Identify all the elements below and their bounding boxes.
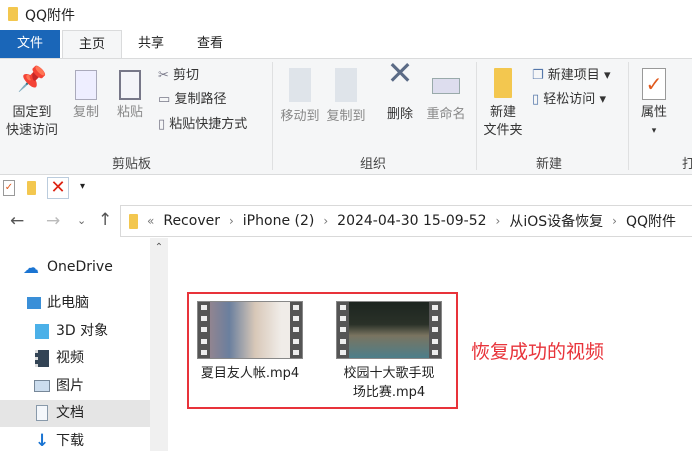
divider xyxy=(628,62,629,170)
group-label-clipboard: 剪贴板 xyxy=(112,157,152,172)
window-title: QQ附件 xyxy=(25,8,76,24)
delete-qat-icon[interactable]: ✕ xyxy=(47,177,69,199)
breadcrumb-recover[interactable]: Recover xyxy=(163,213,220,229)
move-to-button[interactable]: 移动到 xyxy=(278,68,322,126)
properties-button[interactable]: ✓ 属性 ▾ xyxy=(634,68,674,140)
cut-button[interactable]: ✂ 剪切 xyxy=(158,67,199,85)
nav-videos[interactable]: 视频 xyxy=(0,345,150,372)
file-name-line2: 场比赛.mp4 xyxy=(352,385,426,400)
cloud-icon: ☁ xyxy=(23,258,39,277)
new-item-button[interactable]: ❐ 新建项目 ▾ xyxy=(532,67,610,85)
shortcut-icon: ▯ xyxy=(158,117,166,132)
customize-qat-icon[interactable]: ▾ xyxy=(80,181,85,192)
easy-access-icon: ▯ xyxy=(532,92,540,107)
chevron-right-icon[interactable]: › xyxy=(229,214,234,228)
group-label-organize: 组织 xyxy=(360,157,387,172)
group-label-open: 打 xyxy=(682,157,692,172)
video-thumbnail xyxy=(336,301,442,359)
tab-home[interactable]: 主页 xyxy=(62,30,122,59)
chevron-right-icon[interactable]: › xyxy=(323,214,328,228)
nav-this-pc[interactable]: 此电脑 xyxy=(0,290,150,317)
paste-button[interactable]: 粘贴 xyxy=(110,70,150,122)
chevron-right-icon[interactable]: › xyxy=(496,214,501,228)
breadcrumb-overflow[interactable]: « xyxy=(147,214,154,228)
file-name: 夏目友人帐.mp4 xyxy=(200,366,300,381)
cube-icon xyxy=(35,324,49,339)
new-folder-button[interactable]: 新建 文件夹 xyxy=(480,68,526,140)
nav-3d-objects[interactable]: 3D 对象 xyxy=(0,318,150,345)
tab-file[interactable]: 文件 xyxy=(0,30,60,58)
breadcrumb-iphone[interactable]: iPhone (2) xyxy=(243,213,315,229)
pin-icon: 📌 xyxy=(17,65,47,93)
rename-button[interactable]: 重命名 xyxy=(422,68,470,124)
copy-to-button[interactable]: 复制到 xyxy=(324,68,368,126)
film-icon xyxy=(35,350,49,367)
group-label-new: 新建 xyxy=(536,157,563,172)
annotation-text: 恢复成功的视频 xyxy=(471,341,605,363)
move-icon xyxy=(289,68,311,102)
tab-view[interactable]: 查看 xyxy=(183,30,237,58)
divider xyxy=(476,62,477,170)
nav-onedrive[interactable]: ☁ OneDrive xyxy=(0,254,150,281)
nav-documents[interactable]: 文档 xyxy=(0,400,150,427)
folder-icon xyxy=(129,213,138,229)
picture-icon xyxy=(34,380,50,392)
nav-pictures[interactable]: 图片 xyxy=(0,373,150,400)
breadcrumb-date[interactable]: 2024-04-30 15-09-52 xyxy=(337,213,486,229)
breadcrumb-ios-restore[interactable]: 从iOS设备恢复 xyxy=(509,211,603,231)
folder-icon xyxy=(8,7,18,21)
scissors-icon: ✂ xyxy=(158,68,169,83)
copy-button[interactable]: 复制 xyxy=(66,70,106,122)
file-item[interactable]: 校园十大歌手现 场比赛.mp4 xyxy=(324,301,454,402)
rename-icon xyxy=(432,78,460,94)
breadcrumb-qq[interactable]: QQ附件 xyxy=(626,211,676,231)
copy-icon xyxy=(75,70,97,100)
back-arrow-icon[interactable]: ← xyxy=(10,211,24,231)
delete-button[interactable]: ✕ 删除 xyxy=(380,54,420,124)
file-item[interactable]: 夏目友人帐.mp4 xyxy=(185,301,315,383)
properties-check-icon: ✓ xyxy=(642,68,666,100)
recent-chevron-icon[interactable]: ⌄ xyxy=(77,214,86,227)
nav-scrollbar[interactable]: ⌃ xyxy=(150,238,168,451)
file-name-line1: 校园十大歌手现 xyxy=(343,366,435,381)
copy-path-icon: ▭ xyxy=(158,92,171,107)
paste-shortcut-button[interactable]: ▯ 粘贴快捷方式 xyxy=(158,116,247,134)
chevron-right-icon[interactable]: › xyxy=(612,214,617,228)
forward-arrow-icon[interactable]: → xyxy=(46,211,60,231)
properties-qat-icon[interactable]: ✓ xyxy=(3,180,15,196)
easy-access-button[interactable]: ▯ 轻松访问 ▾ xyxy=(532,91,606,109)
new-folder-qat-icon[interactable] xyxy=(27,181,36,195)
document-icon xyxy=(36,405,48,421)
pin-quick-access-button[interactable]: 📌 固定到 快速访问 xyxy=(2,65,62,140)
new-item-icon: ❐ xyxy=(532,68,544,83)
up-arrow-icon[interactable]: ↑ xyxy=(98,210,112,230)
divider xyxy=(272,62,273,170)
address-bar[interactable]: « Recover › iPhone (2) › 2024-04-30 15-09-… xyxy=(120,205,692,237)
delete-x-icon: ✕ xyxy=(386,54,414,92)
clipboard-icon xyxy=(119,70,141,100)
video-thumbnail xyxy=(197,301,303,359)
computer-icon xyxy=(27,297,41,309)
new-folder-icon xyxy=(494,68,512,98)
scroll-up-icon[interactable]: ⌃ xyxy=(150,238,168,253)
copy-to-icon xyxy=(335,68,357,102)
tab-share[interactable]: 共享 xyxy=(124,30,178,58)
copy-path-button[interactable]: ▭ 复制路径 xyxy=(158,91,226,109)
